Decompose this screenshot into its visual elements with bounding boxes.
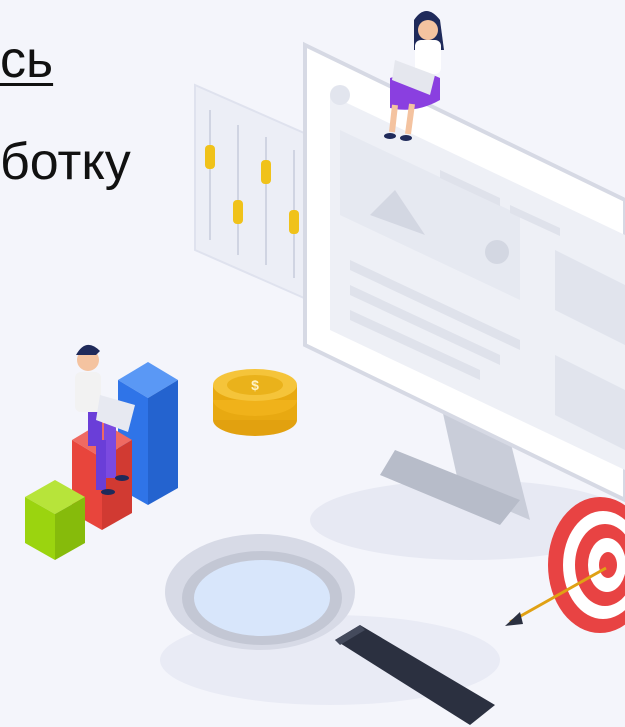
coin-stack: $ [213, 369, 297, 436]
monitor-illustration [303, 41, 625, 525]
slider-panel [194, 83, 321, 307]
illustration-scene: $ [25, 11, 625, 725]
svg-text:$: $ [251, 377, 259, 393]
